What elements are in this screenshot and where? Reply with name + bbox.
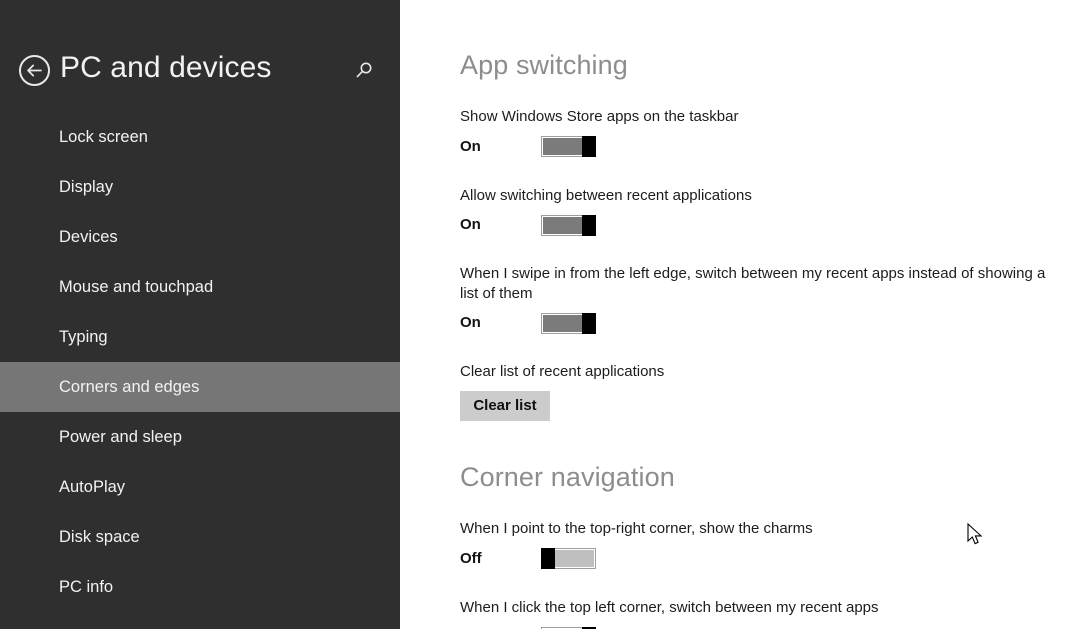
back-arrow-icon[interactable] <box>19 55 50 86</box>
toggle-state-text: Off <box>460 549 482 567</box>
sidebar-item-display[interactable]: Display <box>0 162 400 212</box>
toggle-state-text: On <box>460 137 481 155</box>
setting-allow-switching-recent-apps: Allow switching between recent applicati… <box>460 186 1055 237</box>
sidebar-nav-list: Lock screen Display Devices Mouse and to… <box>0 112 400 612</box>
sidebar-item-mouse-and-touchpad[interactable]: Mouse and touchpad <box>0 262 400 312</box>
setting-label: When I point to the top-right corner, sh… <box>460 520 813 538</box>
section-heading-corner-navigation: Corner navigation <box>460 461 675 492</box>
search-icon[interactable] <box>348 55 380 87</box>
sidebar: PC and devices Lock screen Display Devic… <box>0 0 400 629</box>
setting-label: When I click the top left corner, switch… <box>460 598 879 616</box>
setting-swipe-left-edge-switch: When I swipe in from the left edge, swit… <box>460 264 1055 334</box>
sidebar-item-devices[interactable]: Devices <box>0 212 400 262</box>
setting-label: Allow switching between recent applicati… <box>460 186 752 204</box>
sidebar-item-autoplay[interactable]: AutoPlay <box>0 462 400 512</box>
sidebar-item-disk-space[interactable]: Disk space <box>0 512 400 562</box>
setting-point-top-right-show-charms: When I point to the top-right corner, sh… <box>460 519 1055 570</box>
sidebar-item-power-and-sleep[interactable]: Power and sleep <box>0 412 400 462</box>
section-app-switching: App switching Show Windows Store apps on… <box>460 51 1055 421</box>
toggle-allow-switching-recent-apps[interactable] <box>541 214 596 236</box>
settings-content-pane: App switching Show Windows Store apps on… <box>400 0 1067 629</box>
sidebar-header: PC and devices <box>0 0 400 112</box>
setting-label: Show Windows Store apps on the taskbar <box>460 108 739 126</box>
clear-list-button[interactable]: Clear list <box>460 390 550 421</box>
toggle-state-text: On <box>460 216 481 234</box>
toggle-thumb <box>541 548 555 570</box>
setting-label: When I swipe in from the left edge, swit… <box>460 265 1046 302</box>
toggle-show-store-apps-on-taskbar[interactable] <box>541 136 596 158</box>
toggle-state-text: On <box>460 314 481 332</box>
toggle-thumb <box>582 214 596 236</box>
toggle-swipe-left-edge-switch[interactable] <box>541 312 596 334</box>
sidebar-item-corners-and-edges[interactable]: Corners and edges <box>0 362 400 412</box>
sidebar-item-typing[interactable]: Typing <box>0 312 400 362</box>
toggle-thumb <box>582 136 596 158</box>
setting-click-top-left-switch-recent-apps: When I click the top left corner, switch… <box>460 598 1055 629</box>
setting-label: Clear list of recent applications <box>460 363 665 381</box>
toggle-thumb <box>582 312 596 334</box>
setting-show-store-apps-on-taskbar: Show Windows Store apps on the taskbar O… <box>460 107 1055 158</box>
setting-clear-list-of-recent-applications: Clear list of recent applications Clear … <box>460 362 1055 421</box>
section-heading-app-switching: App switching <box>460 50 628 80</box>
settings-screen: PC and devices Lock screen Display Devic… <box>0 0 1067 629</box>
page-title: PC and devices <box>60 51 272 84</box>
sidebar-item-pc-info[interactable]: PC info <box>0 562 400 612</box>
section-corner-navigation: Corner navigation When I point to the to… <box>460 461 1055 629</box>
sidebar-item-lock-screen[interactable]: Lock screen <box>0 112 400 162</box>
toggle-point-top-right-show-charms[interactable] <box>541 548 596 570</box>
